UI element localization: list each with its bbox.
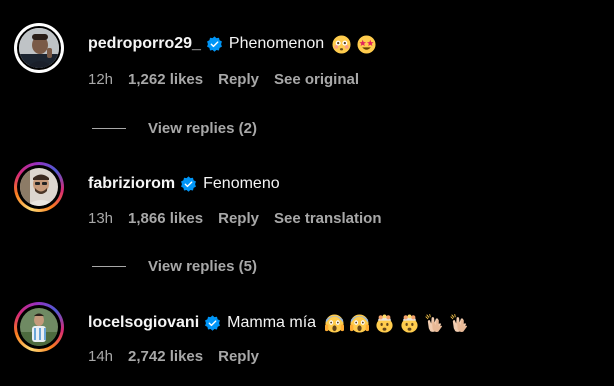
username[interactable]: fabriziorom	[88, 175, 175, 193]
comment-time: 12h	[88, 70, 114, 88]
face-screaming-in-fear-emoji	[350, 313, 370, 333]
reply-button[interactable]: Reply	[218, 348, 259, 365]
flushed-face-emoji	[332, 34, 351, 54]
star-struck-emoji	[357, 34, 376, 54]
comments-panel: pedroporro29_ Phenomenon 12h 1,262 likes…	[0, 0, 614, 386]
avatar-photo	[20, 308, 58, 346]
avatar[interactable]	[14, 302, 64, 352]
comment-time: 13h	[88, 209, 114, 227]
view-replies-label: View replies (2)	[148, 119, 257, 137]
likes-count[interactable]: 1,262 likes	[128, 71, 203, 88]
avatar[interactable]	[14, 162, 64, 212]
reply-button[interactable]: Reply	[218, 210, 259, 227]
likes-count[interactable]: 2,742 likes	[128, 348, 203, 365]
view-replies-label: View replies (5)	[148, 257, 257, 275]
likes-count[interactable]: 1,866 likes	[128, 210, 203, 227]
view-replies-button[interactable]: View replies (2)	[92, 118, 257, 138]
avatar-photo	[17, 26, 61, 70]
comment-time: 14h	[88, 347, 114, 365]
clapping-hands-emoji	[425, 313, 443, 332]
reply-button[interactable]: Reply	[218, 71, 259, 88]
verified-badge-icon	[206, 35, 222, 52]
username[interactable]: pedroporro29_	[88, 35, 201, 53]
avatar[interactable]	[14, 23, 64, 73]
avatar-photo	[20, 168, 58, 206]
see-original-button[interactable]: See original	[274, 71, 359, 88]
exploding-head-emoji	[376, 313, 393, 333]
verified-badge-icon	[205, 314, 221, 331]
view-replies-button[interactable]: View replies (5)	[92, 256, 257, 276]
comment-text: Mamma mía	[227, 314, 317, 331]
see-translation-button[interactable]: See translation	[274, 210, 382, 227]
verified-badge-icon	[181, 175, 197, 192]
replies-divider	[92, 127, 126, 129]
comment-text: Phenomenon	[228, 35, 325, 52]
username[interactable]: locelsogiovani	[88, 314, 199, 332]
replies-divider	[92, 265, 126, 267]
face-screaming-in-fear-emoji	[325, 313, 345, 333]
comment-text: Fenomeno	[203, 175, 280, 192]
clapping-hands-emoji	[450, 313, 468, 332]
exploding-head-emoji	[401, 313, 418, 333]
